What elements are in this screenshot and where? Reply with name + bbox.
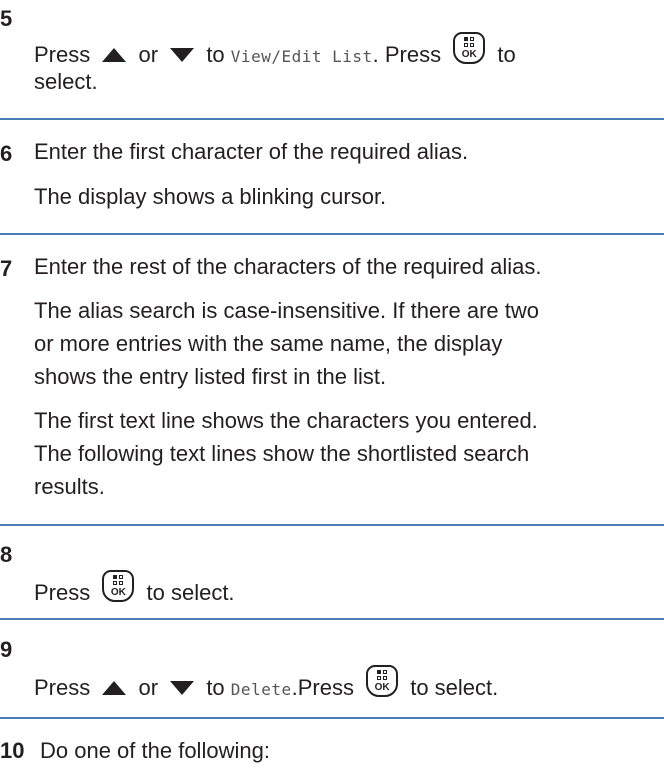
step-5-select-word: select. <box>34 69 98 94</box>
step-9-or: or <box>138 675 159 700</box>
step-8-to-select: to select. <box>146 580 235 605</box>
step-9-press: Press <box>34 675 91 700</box>
menu-item-view-edit-list: View/Edit List <box>230 47 373 66</box>
step-7-result2-line-2: The following text lines show the shortl… <box>34 441 530 466</box>
step-9-press-again: .Press <box>291 675 354 700</box>
step-7-result2-line-1: The first text line shows the characters… <box>34 408 538 433</box>
step-5-press: Press <box>34 42 91 67</box>
step-divider <box>0 717 664 719</box>
menu-item-delete: Delete <box>230 680 292 699</box>
step-divider <box>0 618 664 620</box>
step-6-number: 6 <box>0 141 13 166</box>
step-5-or: or <box>138 42 159 67</box>
step-10-number: 10 <box>0 738 25 763</box>
step-6-result: The display shows a blinking cursor. <box>34 184 387 209</box>
step-5-to-select: to <box>497 42 516 67</box>
step-7-result-line-2: or more entries with the same name, the … <box>34 331 503 356</box>
step-8-press: Press <box>34 580 91 605</box>
ok-menu-button-icon: OK <box>102 570 135 602</box>
step-5-number: 5 <box>0 6 13 31</box>
ok-menu-button-icon: OK <box>366 665 399 697</box>
down-arrow-icon <box>170 47 195 62</box>
down-arrow-icon <box>170 680 195 695</box>
step-9-number: 9 <box>0 637 13 662</box>
step-5-press-again: . Press <box>372 42 442 67</box>
step-5-to: to <box>206 42 225 67</box>
step-10-instruction: Do one of the following: <box>40 738 270 763</box>
step-7-instruction: Enter the rest of the characters of the … <box>34 254 542 279</box>
step-divider <box>0 233 664 235</box>
step-6-instruction: Enter the first character of the require… <box>34 139 469 164</box>
step-7-result-line-3: shows the entry listed first in the list… <box>34 364 387 389</box>
step-8-number: 8 <box>0 542 13 567</box>
step-divider <box>0 118 664 120</box>
step-7-number: 7 <box>0 256 13 281</box>
up-arrow-icon <box>102 680 127 695</box>
step-9-to: to <box>206 675 225 700</box>
step-9-instruction: Press or to Delete.Press OK to select. <box>34 665 660 706</box>
up-arrow-icon <box>102 47 127 62</box>
step-8-instruction: Press OK to select. <box>34 570 660 609</box>
step-divider <box>0 524 664 526</box>
step-9-to-select: to select. <box>410 675 499 700</box>
step-7-result2-line-3: results. <box>34 474 105 499</box>
step-7-result-line-1: The alias search is case-insensitive. If… <box>34 298 540 323</box>
ok-menu-button-icon: OK <box>453 32 486 64</box>
